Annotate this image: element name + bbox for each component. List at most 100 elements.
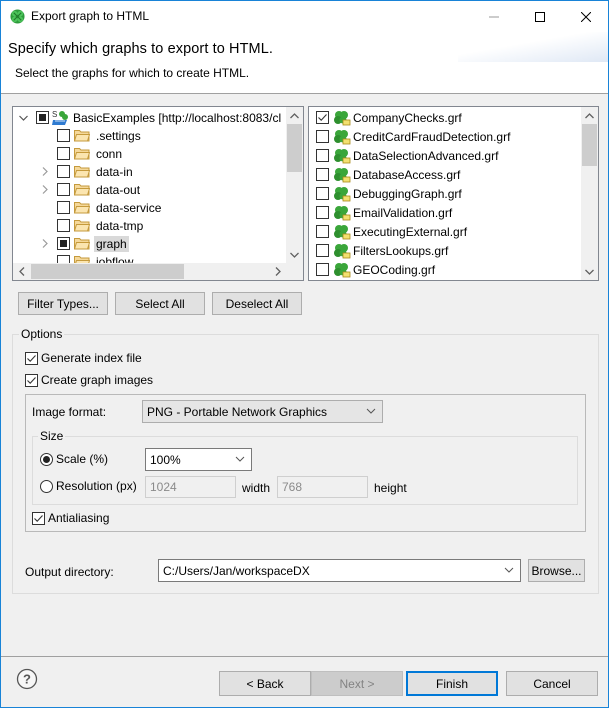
folder-icon [74, 184, 90, 196]
back-button[interactable]: < Back [219, 671, 311, 696]
tree-item[interactable]: .settings [39, 126, 143, 145]
scale-select[interactable]: 100% [145, 448, 252, 471]
output-directory-select[interactable]: C:/Users/Jan/workspaceDX [158, 559, 521, 582]
resolution-radio-row[interactable]: Resolution (px) [40, 479, 137, 493]
graph-item-checkbox[interactable] [316, 206, 329, 219]
output-directory-label: Output directory: [25, 565, 114, 579]
tree-item-checkbox[interactable] [57, 147, 70, 160]
graph-list-item[interactable]: DatabaseAccess.grf [316, 165, 460, 184]
graph-item-checkbox[interactable] [316, 130, 329, 143]
chevron-down-icon [366, 408, 376, 414]
graph-item-checkbox[interactable] [316, 225, 329, 238]
maximize-icon [535, 11, 545, 22]
antialiasing-checkbox[interactable] [32, 511, 45, 525]
tree-horizontal-scroll-thumb[interactable] [31, 264, 184, 279]
create-images-checkbox-row[interactable]: Create graph images [25, 373, 153, 387]
size-group-label: Size [38, 429, 66, 443]
chevron-right-icon[interactable] [39, 166, 51, 178]
tree-item-root[interactable]: S BasicExamples [http://localhost:8083/cl [17, 108, 281, 127]
tree-vertical-scrollbar[interactable] [286, 107, 303, 263]
close-button[interactable] [563, 1, 609, 32]
graph-list-item[interactable]: DataSelectionAdvanced.grf [316, 146, 498, 165]
cancel-button[interactable]: Cancel [506, 671, 598, 696]
resolution-height-input[interactable]: 768 [277, 476, 368, 498]
image-format-select[interactable]: PNG - Portable Network Graphics [142, 400, 383, 423]
tree-item-checkbox[interactable] [57, 129, 70, 142]
resolution-width-input[interactable]: 1024 [145, 476, 236, 498]
graph-list-item[interactable]: DebuggingGraph.grf [316, 184, 462, 203]
antialiasing-checkbox-row[interactable]: Antialiasing [32, 511, 109, 525]
tree-item[interactable]: conn [39, 144, 124, 163]
tree-item-checkbox[interactable] [57, 165, 70, 178]
wizard-header: Specify which graphs to export to HTML. … [1, 32, 608, 94]
tree-item-checkbox[interactable] [57, 183, 70, 196]
graph-list-item[interactable]: CreditCardFraudDetection.grf [316, 127, 510, 146]
graph-item-checkbox[interactable] [316, 149, 329, 162]
scroll-up-arrow[interactable] [581, 107, 598, 124]
tree-vertical-scroll-thumb[interactable] [287, 124, 302, 172]
tree-item-checkbox[interactable] [57, 237, 70, 250]
next-button[interactable]: Next > [311, 671, 403, 696]
tree-item[interactable]: data-service [39, 198, 163, 217]
tree-item-checkbox[interactable] [57, 219, 70, 232]
project-tree[interactable]: S BasicExamples [http://localhost:8083/cl… [12, 106, 304, 281]
create-images-checkbox[interactable] [25, 373, 38, 387]
browse-button[interactable]: Browse... [528, 559, 585, 582]
graph-file-icon [334, 262, 351, 277]
graph-file-icon [334, 129, 351, 144]
finish-button[interactable]: Finish [406, 671, 498, 696]
graph-item-label: CompanyChecks.grf [353, 110, 462, 125]
scrollbar-corner [286, 263, 303, 280]
graph-item-checkbox[interactable] [316, 244, 329, 257]
tree-item-checkbox[interactable] [57, 201, 70, 214]
tree-horizontal-scrollbar[interactable] [13, 263, 286, 280]
tree-item[interactable]: graph [39, 234, 129, 253]
select-all-button[interactable]: Select All [115, 292, 205, 315]
generate-index-label: Generate index file [41, 351, 142, 365]
tree-item[interactable]: data-tmp [39, 216, 145, 235]
graph-item-checkbox[interactable] [316, 263, 329, 276]
help-icon[interactable]: ? [16, 668, 38, 690]
scale-radio-row[interactable]: Scale (%) [40, 452, 108, 466]
tree-item[interactable]: data-in [39, 162, 135, 181]
tree-item-label: .settings [96, 128, 141, 143]
filter-types-button[interactable]: Filter Types... [18, 292, 108, 315]
resolution-radio[interactable] [40, 479, 53, 493]
graph-item-checkbox[interactable] [316, 168, 329, 181]
minimize-button[interactable] [471, 1, 517, 32]
list-vertical-scroll-thumb[interactable] [582, 124, 597, 166]
graph-list-item[interactable]: FiltersLookups.grf [316, 241, 448, 260]
close-icon [581, 11, 591, 22]
scroll-right-arrow[interactable] [269, 263, 286, 280]
generate-index-checkbox[interactable] [25, 351, 38, 365]
scroll-left-arrow[interactable] [13, 263, 30, 280]
chevron-down-icon[interactable] [17, 112, 29, 124]
list-vertical-scrollbar[interactable] [581, 107, 598, 280]
antialiasing-label: Antialiasing [48, 511, 110, 525]
tree-item[interactable]: data-out [39, 180, 142, 199]
scale-radio[interactable] [40, 452, 53, 466]
maximize-button[interactable] [517, 1, 563, 32]
tree-item-label: data-service [96, 200, 162, 215]
scale-value: 100% [150, 452, 181, 467]
chevron-down-icon [585, 269, 594, 275]
tree-item-checkbox[interactable] [36, 111, 49, 124]
graph-list-item[interactable]: EmailValidation.grf [316, 203, 452, 222]
scroll-down-arrow[interactable] [286, 246, 303, 263]
chevron-right-icon[interactable] [39, 238, 51, 250]
chevron-right-icon[interactable] [39, 184, 51, 196]
deselect-all-button[interactable]: Deselect All [212, 292, 302, 315]
scroll-down-arrow[interactable] [581, 263, 598, 280]
graph-item-checkbox[interactable] [316, 111, 329, 124]
graph-list-item[interactable]: CompanyChecks.grf [316, 108, 462, 127]
graph-item-checkbox[interactable] [316, 187, 329, 200]
graph-list-item[interactable]: GEOCoding.grf [316, 260, 435, 279]
scroll-up-arrow[interactable] [286, 107, 303, 124]
tree-item-label: graph [94, 235, 129, 252]
image-format-label: Image format: [32, 405, 107, 419]
graph-file-list[interactable]: CompanyChecks.grf CreditCardFraudDetectio… [308, 106, 599, 281]
folder-icon [74, 220, 90, 232]
graph-list-item[interactable]: ExecutingExternal.grf [316, 222, 467, 241]
generate-index-checkbox-row[interactable]: Generate index file [25, 351, 142, 365]
